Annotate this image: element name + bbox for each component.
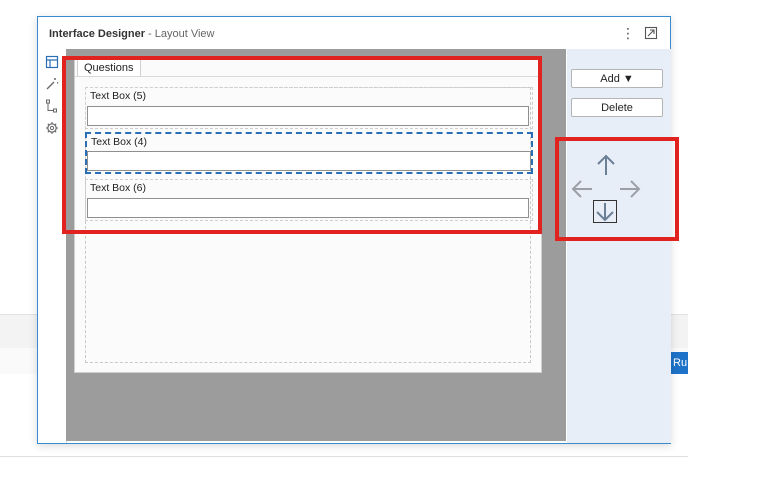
designer-sidebar — [38, 49, 67, 443]
add-button[interactable]: Add ▼ — [571, 69, 663, 88]
interface-designer-window: Interface Designer - Layout View ⋮ Quest… — [37, 16, 671, 444]
window-title: Interface Designer - Layout View — [49, 28, 215, 40]
tree-icon[interactable] — [45, 99, 59, 113]
text-box-4-label: Text Box (4) — [91, 136, 148, 148]
arrow-down-icon[interactable] — [593, 200, 617, 223]
title-bar: Interface Designer - Layout View ⋮ — [38, 17, 670, 49]
delete-button[interactable]: Delete — [571, 98, 663, 117]
layout-icon[interactable] — [45, 55, 59, 69]
magic-wand-icon[interactable] — [45, 77, 59, 91]
text-box-5[interactable]: Text Box (5) — [85, 87, 533, 129]
actions-panel: Add ▼ Delete — [567, 49, 671, 443]
text-box-4[interactable]: Text Box (4) — [85, 132, 533, 174]
layout-canvas: Questions Text Box (5) Text Box (4) Text… — [66, 49, 566, 441]
tab-questions[interactable]: Questions — [77, 58, 141, 77]
text-box-6-input[interactable] — [87, 198, 529, 218]
text-box-5-input[interactable] — [87, 106, 529, 126]
gear-icon[interactable] — [45, 121, 59, 135]
tab-divider — [75, 76, 541, 77]
text-box-4-input[interactable] — [87, 151, 531, 171]
window-subtitle: - Layout View — [148, 28, 215, 40]
form-preview: Questions Text Box (5) Text Box (4) Text… — [74, 58, 542, 373]
undock-icon[interactable] — [644, 26, 658, 40]
text-box-6-label: Text Box (6) — [90, 182, 147, 194]
run-button[interactable]: Ru — [670, 352, 688, 374]
questions-drop-area[interactable]: Text Box (5) Text Box (4) Text Box (6) — [85, 87, 533, 363]
text-box-6[interactable]: Text Box (6) — [85, 179, 533, 221]
text-box-5-label: Text Box (5) — [90, 90, 147, 102]
window-title-main: Interface Designer — [49, 28, 145, 40]
more-options-icon[interactable]: ⋮ — [621, 26, 635, 40]
